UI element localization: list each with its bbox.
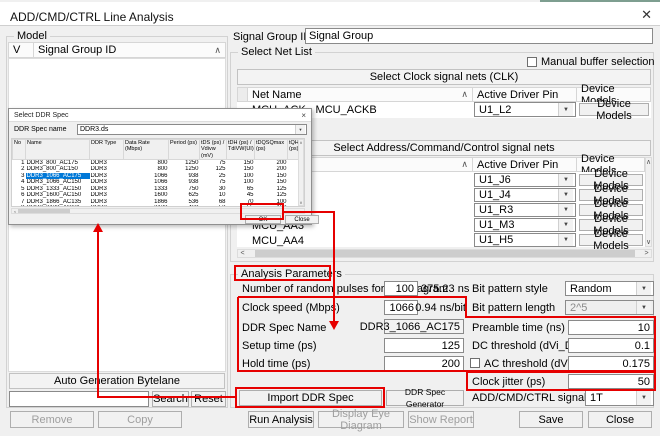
chevron-down-icon: ▼ — [295, 125, 305, 134]
bit-length-label: Bit pattern length — [472, 302, 555, 315]
bit-length-combo[interactable]: 2^5 ▼ — [565, 300, 654, 315]
select-ddr-spec-dialog: Select DDR Spec × DDR Spec name DDR3.ds … — [8, 108, 312, 225]
popup-close-button[interactable]: Close — [285, 215, 319, 224]
save-button[interactable]: Save — [519, 411, 583, 428]
model-col-signal-group[interactable]: Signal Group ID ∧ — [33, 42, 226, 58]
hold-time-input[interactable]: 200 — [384, 356, 464, 371]
acc-driver-pin-combo[interactable]: U1_J6 ▼ — [474, 173, 576, 187]
chevron-down-icon: ▼ — [558, 174, 573, 186]
acc-driver-pin-combo[interactable]: U1_J4 ▼ — [474, 188, 576, 202]
acc-horizontal-scrollbar[interactable]: < > — [237, 249, 652, 258]
window-title: ADD/CMD/CTRL Line Analysis — [10, 10, 174, 24]
ac-threshold-input[interactable]: 0.175 — [568, 356, 654, 371]
sort-asc-icon: ∧ — [461, 159, 468, 170]
clock-jitter-label: Clock jitter (ps) — [472, 376, 545, 389]
sort-asc-icon: ∧ — [461, 89, 468, 100]
scrollbar-thumb[interactable] — [18, 209, 70, 213]
chevron-down-icon: ▼ — [558, 204, 573, 216]
sort-asc-icon: ∧ — [214, 45, 221, 56]
scroll-right-icon[interactable]: > — [298, 209, 304, 214]
manual-buffer-label: Manual buffer selection — [541, 56, 655, 69]
clock-unit-value: 0.94 ns/bit — [415, 302, 466, 315]
scroll-down-icon[interactable]: ∨ — [646, 238, 651, 246]
analysis-group-label: Analysis Parameters — [238, 268, 345, 280]
ddr-spec-name-label: DDR Spec Name — [242, 322, 326, 335]
chevron-down-icon: ▼ — [558, 219, 573, 231]
ddr-spec-header-row[interactable]: NoNameDDR Type Data Rate (Mbps)Period (p… — [13, 140, 306, 160]
copy-button[interactable]: Copy — [98, 411, 182, 428]
ddr-spec-name-field: DDR3_1066_AC175 — [384, 319, 464, 334]
bit-style-combo[interactable]: Random ▼ — [565, 281, 654, 296]
chevron-down-icon: ▼ — [636, 301, 651, 314]
acc-col-driver-pin[interactable]: Active Driver Pin — [472, 157, 577, 172]
signal-group-id-input[interactable] — [305, 28, 653, 44]
net-list-group-label: Select Net List — [238, 46, 315, 58]
close-button[interactable]: Close — [588, 411, 652, 428]
remove-button[interactable]: Remove — [10, 411, 94, 428]
model-group-label: Model — [14, 30, 50, 42]
signal-mode-combo[interactable]: 1T ▼ — [585, 390, 654, 406]
chevron-down-icon: ▼ — [558, 103, 573, 116]
ddr-spec-table: NoNameDDR Type Data Rate (Mbps)Period (p… — [12, 139, 305, 207]
scroll-down-icon[interactable]: ∨ — [300, 200, 303, 205]
ddr-spec-name-popup-label: DDR Spec name — [14, 126, 67, 133]
ddr-spec-generator-button[interactable]: DDR Spec Generator — [386, 390, 464, 406]
close-icon[interactable]: ✕ — [641, 7, 652, 23]
setup-time-input[interactable]: 125 — [384, 338, 464, 353]
bit-style-label: Bit pattern style — [472, 283, 548, 296]
popup-title-bar: Select DDR Spec × — [9, 109, 311, 122]
clock-speed-input[interactable]: 1066 — [384, 300, 418, 315]
acc-driver-pin-combo[interactable]: U1_R3 ▼ — [474, 203, 576, 217]
acc-device-models-button[interactable]: Device Models — [579, 234, 643, 246]
ddr-spec-file-combo[interactable]: DDR3.ds ▼ — [77, 124, 307, 135]
auto-generation-bytelane-button[interactable]: Auto Generation Bytelane — [9, 373, 225, 389]
preamble-input[interactable]: 10 — [568, 320, 654, 335]
scroll-right-icon[interactable]: > — [642, 250, 651, 257]
model-col-v[interactable]: V — [8, 42, 34, 58]
scrollbar-thumb[interactable] — [255, 250, 635, 257]
chevron-down-icon: ▼ — [636, 391, 651, 405]
popup-ok-button[interactable]: OK — [245, 215, 281, 224]
clock-speed-label: Clock speed (Mbps) — [242, 302, 340, 315]
show-report-button[interactable]: Show Report — [408, 411, 474, 428]
run-analysis-button[interactable]: Run Analysis — [248, 411, 314, 428]
signal-group-id-label: Signal Group ID — [233, 31, 311, 44]
setup-time-label: Setup time (ps) — [242, 340, 317, 353]
acc-net-name[interactable]: MCU_AA4 — [252, 235, 304, 247]
acc-vertical-scrollbar[interactable]: ∧ ∨ — [645, 157, 652, 247]
popup-title: Select DDR Spec — [14, 112, 68, 119]
chevron-down-icon: ▼ — [636, 282, 651, 295]
import-ddr-spec-button[interactable]: Import DDR Spec — [239, 390, 382, 406]
reset-button[interactable]: Reset — [191, 391, 226, 407]
scroll-left-icon[interactable]: < — [238, 250, 247, 257]
ddr-spec-row[interactable]: 8DDR3_2133_AC135DDR3 213346953 55100475 — [13, 205, 306, 207]
scroll-up-icon[interactable]: ∧ — [300, 140, 303, 145]
popup-vertical-scrollbar[interactable]: ∧ ∨ — [298, 139, 304, 206]
popup-close-icon[interactable]: × — [301, 111, 306, 120]
clk-col-net-name[interactable]: Net Name ∧ — [247, 87, 473, 102]
clk-driver-pin-combo[interactable]: U1_L2 ▼ — [474, 102, 576, 117]
preamble-label: Preamble time (ns) — [472, 322, 565, 335]
hold-time-label: Hold time (ps) — [242, 358, 310, 371]
acc-driver-pin-combo[interactable]: U1_H5 ▼ — [474, 233, 576, 247]
search-button[interactable]: Search — [152, 391, 189, 407]
dc-threshold-input[interactable]: 0.1 — [568, 338, 654, 353]
add-cmd-ctrl-dialog: ADD/CMD/CTRL Line Analysis ✕ Model V Sig… — [0, 0, 660, 436]
ddr-spec-table-wrap: NoNameDDR Type Data Rate (Mbps)Period (p… — [11, 138, 305, 207]
pulses-time-value: 375.23 ns — [421, 283, 466, 296]
search-input[interactable] — [9, 391, 149, 407]
clk-device-models-button[interactable]: Device Models — [579, 103, 649, 116]
manual-buffer-checkbox[interactable] — [527, 57, 537, 67]
clock-jitter-input[interactable]: 50 — [568, 374, 654, 389]
display-eye-diagram-button[interactable]: Display Eye Diagram — [318, 411, 404, 428]
ac-threshold-checkbox[interactable] — [470, 358, 480, 368]
title-bar: ADD/CMD/CTRL Line Analysis ✕ — [0, 2, 660, 26]
ddr-spec-row[interactable]: 1DDR3_800_AC175DDR3 800125075 150200950 — [13, 159, 306, 166]
chevron-down-icon: ▼ — [558, 234, 573, 246]
clk-col-driver-pin[interactable]: Active Driver Pin — [472, 87, 577, 102]
pulses-input[interactable]: 100 — [384, 281, 418, 296]
acc-driver-pin-combo[interactable]: U1_M3 ▼ — [474, 218, 576, 232]
chevron-down-icon: ▼ — [558, 189, 573, 201]
scroll-up-icon[interactable]: ∧ — [646, 158, 651, 166]
